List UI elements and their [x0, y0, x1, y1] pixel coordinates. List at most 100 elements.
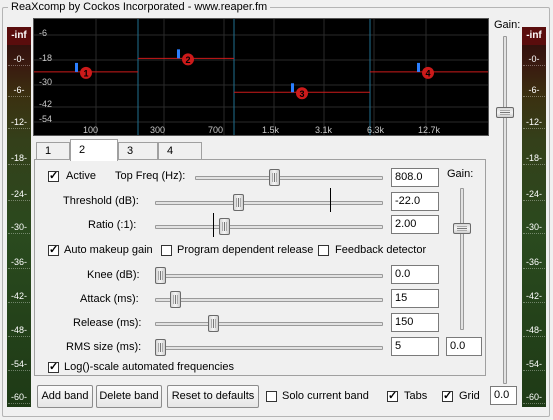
band-gain-label: Gain:: [447, 168, 474, 180]
top-freq-slider[interactable]: [195, 169, 383, 186]
meter-tick: -54-: [7, 359, 31, 371]
band-settings-panel: Active Top Freq (Hz): 808.0 Gain: Thresh…: [34, 159, 486, 376]
active-checkbox[interactable]: [48, 169, 59, 182]
tab-band-1[interactable]: 1: [36, 142, 70, 160]
add-band-button[interactable]: Add band: [37, 385, 93, 408]
attack-slider-thumb[interactable]: [170, 291, 181, 308]
main-gain-fader-thumb[interactable]: [496, 107, 514, 118]
meter-tick: -6-: [7, 85, 31, 97]
grid-checkbox[interactable]: [442, 389, 453, 402]
output-meter: -inf -0- -6- -12- -18- -24- -30- -36- -4…: [522, 27, 546, 407]
graph-freq-label: 700: [208, 125, 224, 135]
knee-field[interactable]: 0.0: [391, 265, 439, 284]
window-title: ReaXcomp by Cockos Incorporated - www.re…: [8, 1, 271, 13]
graph-db-label: -6: [39, 28, 48, 38]
meter-tick: -0-: [7, 54, 31, 66]
meter-tick: -18-: [7, 153, 31, 165]
graph-freq-label: 100: [83, 125, 99, 135]
meter-tick: -24-: [7, 189, 31, 201]
band-gain-fader-thumb[interactable]: [453, 223, 471, 234]
release-field[interactable]: 150: [391, 313, 439, 332]
attack-slider[interactable]: [155, 291, 383, 308]
solo-current-band-checkbox[interactable]: [266, 391, 277, 402]
threshold-label: Threshold (dB):: [63, 195, 139, 207]
reset-to-defaults-button[interactable]: Reset to defaults: [167, 385, 259, 408]
feedback-detector-checkbox[interactable]: [318, 245, 329, 256]
knee-slider-thumb[interactable]: [155, 267, 166, 284]
band-marker-number: 4: [425, 68, 430, 78]
ratio-label: Ratio (:1):: [88, 219, 137, 231]
graph-db-label: -18: [39, 53, 53, 63]
top-freq-field[interactable]: 808.0: [391, 168, 439, 187]
meter-tick: -36-: [7, 257, 31, 269]
tab-band-4[interactable]: 4: [158, 142, 202, 160]
band-marker-number: 1: [83, 68, 88, 78]
program-release-label: Program dependent release: [177, 244, 314, 256]
meter-tick: -18-: [522, 153, 546, 165]
feedback-detector-label: Feedback detector: [335, 244, 427, 256]
tab-band-2[interactable]: 2: [70, 139, 118, 161]
band-graph[interactable]: 1 2 3 4 -6 -18 -30 -42 -54 100 300 700 1.5k…: [33, 18, 489, 136]
band-gain-field[interactable]: 0.0: [446, 337, 482, 356]
band-marker-number: 3: [299, 89, 304, 99]
threshold-field[interactable]: -22.0: [391, 192, 439, 211]
release-label: Release (ms):: [73, 317, 142, 329]
graph-db-label: -54: [39, 114, 53, 124]
release-slider-thumb[interactable]: [208, 315, 219, 332]
graph-db-label: -30: [39, 77, 53, 87]
ratio-slider-thumb[interactable]: [219, 218, 230, 235]
band-handle: [75, 62, 78, 72]
meter-tick: -30-: [7, 222, 31, 234]
graph-freq-label: 12.7k: [418, 125, 441, 135]
rms-size-slider[interactable]: [155, 339, 383, 356]
active-label: Active: [66, 170, 96, 182]
meter-tick: -60-: [522, 392, 546, 404]
meter-peak-label: -inf: [522, 27, 546, 45]
ratio-field[interactable]: 2.00: [391, 215, 439, 234]
knee-label: Knee (dB):: [87, 269, 140, 281]
meter-tick: -54-: [522, 359, 546, 371]
ratio-slider[interactable]: [155, 218, 383, 235]
log-scale-checkbox[interactable]: [48, 360, 59, 373]
threshold-slider[interactable]: [155, 194, 383, 211]
meter-tick: -24-: [522, 189, 546, 201]
meter-tick: -6-: [522, 85, 546, 97]
graph-db-label: -42: [39, 99, 53, 109]
threshold-detector-marker: [330, 188, 331, 212]
meter-tick: -60-: [7, 392, 31, 404]
band-marker-number: 2: [185, 55, 190, 65]
band-graph-canvas: 1 2 3 4: [34, 19, 488, 135]
top-freq-slider-thumb[interactable]: [269, 169, 280, 186]
program-release-checkbox[interactable]: [161, 245, 172, 256]
rms-size-slider-thumb[interactable]: [155, 339, 166, 356]
tab-band-3[interactable]: 3: [118, 142, 158, 160]
band-handle: [291, 83, 294, 93]
main-gain-label: Gain:: [494, 19, 521, 31]
auto-makeup-checkbox[interactable]: [48, 243, 59, 256]
knee-slider[interactable]: [155, 267, 383, 284]
meter-tick: -30-: [522, 222, 546, 234]
meter-tick: -0-: [522, 54, 546, 66]
attack-field[interactable]: 15: [391, 289, 439, 308]
tabs-checkbox[interactable]: [387, 389, 398, 402]
input-meter: -inf -0- -6- -12- -18- -24- -30- -36- -4…: [7, 27, 31, 407]
release-slider[interactable]: [155, 315, 383, 332]
meter-tick: -42-: [522, 291, 546, 303]
graph-freq-label: 300: [150, 125, 166, 135]
threshold-slider-thumb[interactable]: [233, 194, 244, 211]
meter-peak-label: -inf: [7, 27, 31, 45]
rms-size-label: RMS size (ms):: [66, 341, 142, 353]
meter-tick: -36-: [522, 257, 546, 269]
band-gain-fader[interactable]: [453, 188, 471, 330]
band-handle: [177, 49, 180, 59]
ratio-marker: [213, 213, 214, 237]
delete-band-button[interactable]: Delete band: [96, 385, 162, 408]
grid-label: Grid: [459, 390, 480, 402]
main-gain-fader[interactable]: [496, 36, 514, 384]
meter-tick: -42-: [7, 291, 31, 303]
output-gain-field[interactable]: 0.0: [490, 386, 517, 405]
rms-size-field[interactable]: 5: [391, 337, 439, 356]
meter-tick: -12-: [7, 117, 31, 129]
graph-freq-label: 1.5k: [262, 125, 280, 135]
top-freq-label: Top Freq (Hz):: [115, 170, 186, 182]
